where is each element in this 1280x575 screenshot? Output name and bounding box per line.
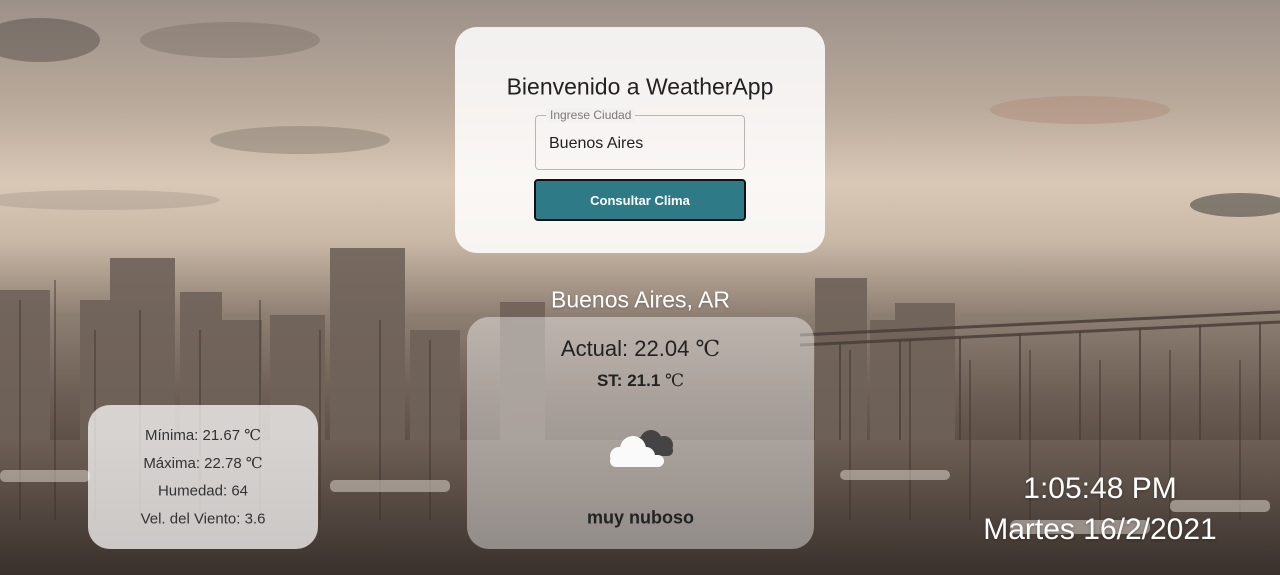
max-temperature: Máxima: 22.78 ℃ <box>88 454 318 472</box>
humidity-value: 64 <box>231 482 249 500</box>
actual-temperature: Actual: 22.04 ℃ <box>467 336 814 362</box>
wind-label: Vel. del Viento: <box>140 510 241 528</box>
max-unit: ℃ <box>245 454 263 472</box>
st-label: ST: <box>596 371 623 390</box>
humidity: Humedad: 64 <box>88 483 318 500</box>
cloudy-icon <box>610 430 673 467</box>
humidity-label: Humedad: <box>157 482 228 500</box>
consult-weather-button[interactable]: Consultar Clima <box>534 179 746 221</box>
location-title: Buenos Aires, AR <box>551 286 730 313</box>
actual-label: Actual: <box>560 336 629 361</box>
min-value: 21.67 <box>202 427 241 444</box>
weather-description: muy nuboso <box>587 507 694 528</box>
st-unit: ℃ <box>665 371 685 391</box>
city-input-value[interactable]: Buenos Aires <box>549 135 643 153</box>
city-input-label: Ingrese Ciudad <box>546 108 636 122</box>
max-value: 22.78 <box>204 455 242 472</box>
details-card: Mínima: 21.67 ℃ Máxima: 22.78 ℃ Humedad:… <box>88 405 318 549</box>
actual-unit: ℃ <box>695 337 721 362</box>
search-card: Bienvenido a WeatherApp Ingrese Ciudad B… <box>455 27 825 253</box>
wind-speed: Vel. del Viento: 3.6 <box>88 511 318 528</box>
min-label: Mínima: <box>144 427 199 444</box>
clock-time: 1:05:48 PM <box>1023 472 1177 505</box>
wind-value: 3.6 <box>244 510 266 528</box>
min-unit: ℃ <box>244 426 261 444</box>
st-value: 21.1 <box>627 371 661 390</box>
feels-like-temperature: ST: 21.1 ℃ <box>467 371 814 391</box>
current-weather-card: Actual: 22.04 ℃ ST: 21.1 ℃ muy nuboso <box>467 317 814 549</box>
page-title: Bienvenido a WeatherApp <box>506 73 774 100</box>
max-label: Máxima: <box>143 455 200 472</box>
actual-value: 22.04 <box>634 336 690 361</box>
min-temperature: Mínima: 21.67 ℃ <box>88 426 318 444</box>
clock-date: Martes 16/2/2021 <box>983 513 1217 546</box>
city-input[interactable]: Ingrese Ciudad Buenos Aires <box>535 108 745 170</box>
